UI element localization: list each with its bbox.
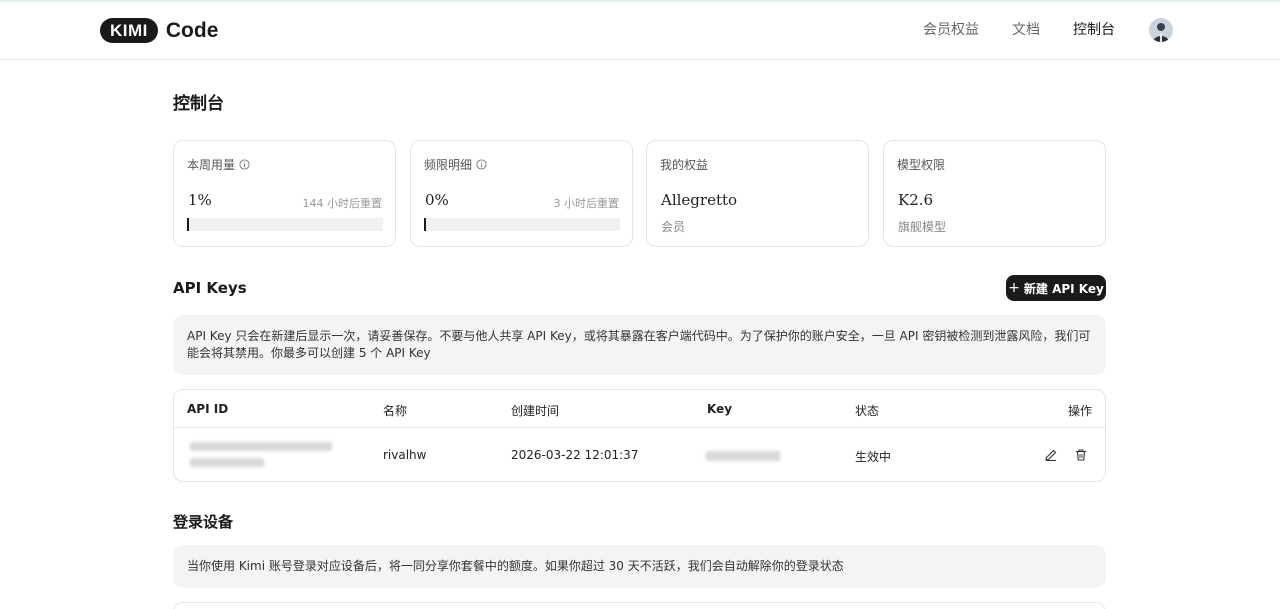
model-label: 模型权限 [897, 158, 946, 172]
info-icon[interactable] [476, 159, 487, 170]
api-keys-title: API Keys [173, 279, 247, 297]
api-keys-table: API ID 名称 创建时间 Key 状态 操作 rivalhw 2026-03… [173, 389, 1106, 482]
col-name: 名称 [383, 404, 408, 418]
usage-value: 1% [188, 191, 212, 209]
top-nav: 会员权益 文档 控制台 [890, 16, 1173, 44]
avatar-image [1149, 18, 1173, 42]
rate-label-row: 频限明细 [424, 156, 487, 173]
row-created: 2026-03-22 12:01:37 [511, 448, 639, 462]
page-title: 控制台 [173, 94, 224, 114]
model-value: K2.6 [898, 191, 934, 209]
benefit-card: 我的权益 Allegretto 会员 [646, 140, 869, 247]
nav-docs[interactable]: 文档 [1012, 16, 1040, 44]
col-key: Key [707, 402, 733, 416]
edit-icon[interactable] [1044, 448, 1058, 462]
new-api-key-button[interactable]: + 新建 API Key [1006, 275, 1106, 301]
api-key-notice: API Key 只会在新建后显示一次，请妥善保存。不要与他人共享 API Key… [173, 315, 1106, 375]
benefit-sub: 会员 [661, 220, 686, 234]
usage-progress-fill [187, 218, 189, 231]
benefit-label: 我的权益 [660, 158, 709, 172]
rate-progress-fill [424, 218, 426, 231]
rate-progress-bar [424, 218, 620, 231]
kimi-code-logo[interactable]: KIMI Code [100, 18, 218, 43]
rate-label: 频限明细 [424, 158, 473, 172]
row-status: 生效中 [855, 450, 892, 464]
plus-icon: + [1008, 280, 1020, 296]
api-id-redacted [190, 458, 264, 467]
nav-membership[interactable]: 会员权益 [923, 16, 979, 44]
col-status: 状态 [855, 404, 880, 418]
devices-table-edge [173, 602, 1106, 609]
usage-label: 本周用量 [187, 158, 236, 172]
usage-label-row: 本周用量 [187, 156, 250, 173]
nav-console[interactable]: 控制台 [1073, 16, 1115, 44]
delete-icon[interactable] [1074, 448, 1088, 462]
col-actions: 操作 [1067, 404, 1092, 418]
rate-value: 0% [425, 191, 449, 209]
devices-title: 登录设备 [173, 513, 234, 531]
rate-reset-text: 3 小时后重置 [553, 197, 620, 210]
logo-text: Code [165, 18, 219, 42]
devices-notice: 当你使用 Kimi 账号登录对应设备后，将一同分享你套餐中的额度。如果你超过 3… [173, 545, 1106, 588]
model-sub: 旗舰模型 [898, 220, 947, 234]
user-avatar[interactable] [1149, 18, 1173, 42]
info-icon[interactable] [239, 159, 250, 170]
benefit-value: Allegretto [661, 191, 738, 209]
row-name: rivalhw [383, 448, 427, 462]
logo-badge: KIMI [100, 18, 158, 43]
rate-limit-card: 频限明细 0% 3 小时后重置 [410, 140, 633, 247]
col-api-id: API ID [187, 402, 229, 416]
model-card: 模型权限 K2.6 旗舰模型 [883, 140, 1106, 247]
table-header: API ID 名称 创建时间 Key 状态 操作 [174, 390, 1105, 428]
usage-progress-bar [187, 218, 383, 231]
api-id-redacted [190, 442, 332, 451]
usage-reset-text: 144 小时后重置 [302, 197, 383, 210]
col-created: 创建时间 [511, 404, 560, 418]
key-redacted [706, 451, 780, 461]
weekly-usage-card: 本周用量 1% 144 小时后重置 [173, 140, 396, 247]
new-api-key-label: 新建 API Key [1023, 281, 1104, 296]
top-header: KIMI Code 会员权益 文档 控制台 [0, 2, 1280, 60]
